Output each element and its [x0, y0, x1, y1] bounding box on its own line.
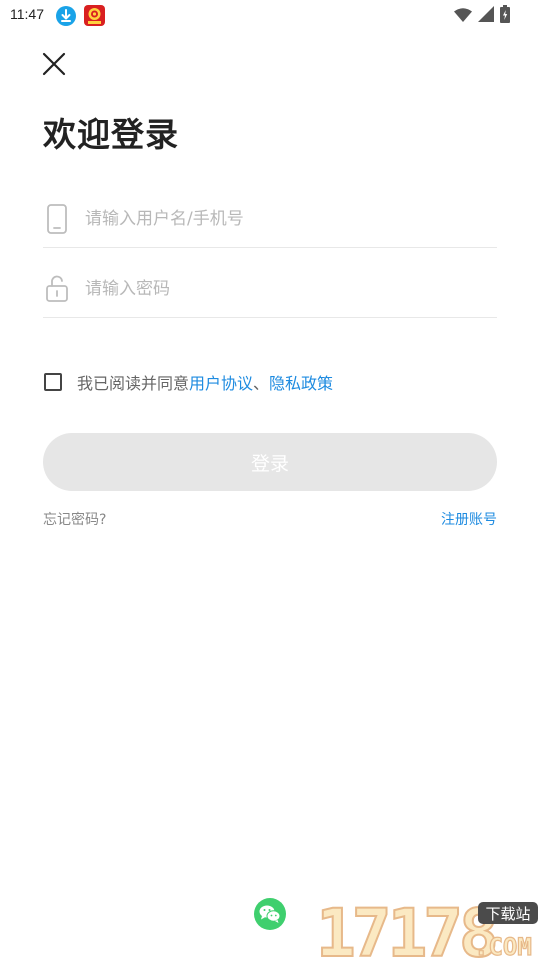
close-button[interactable] — [40, 50, 68, 78]
status-time: 11:47 — [10, 6, 44, 22]
agreement-prefix: 我已阅读并同意 — [77, 374, 190, 393]
download-icon — [56, 6, 76, 26]
login-button[interactable]: 登录 — [43, 433, 497, 491]
username-input[interactable] — [85, 202, 485, 236]
phone-icon — [45, 204, 69, 234]
lock-icon — [45, 274, 69, 304]
agreement-row: 我已阅读并同意 用户协议 、 隐私政策 — [44, 370, 333, 394]
svg-text:17178: 17178 — [316, 898, 495, 960]
system-icons — [454, 5, 510, 27]
password-input[interactable] — [85, 272, 485, 306]
wechat-login-button[interactable] — [254, 898, 286, 930]
register-link[interactable]: 注册账号 — [441, 509, 497, 529]
wifi-icon — [454, 7, 472, 26]
site-watermark-logo: 17178 下载站 .COM — [315, 894, 540, 960]
battery-icon — [500, 5, 510, 27]
page-title: 欢迎登录 — [43, 115, 179, 154]
password-field-row — [43, 258, 497, 318]
svg-text:.COM: .COM — [474, 933, 532, 960]
privacy-policy-link[interactable]: 隐私政策 — [269, 370, 333, 394]
agreement-separator: 、 — [253, 374, 270, 393]
user-agreement-link[interactable]: 用户协议 — [189, 370, 253, 394]
signal-icon — [478, 6, 494, 26]
wechat-icon — [259, 905, 281, 923]
svg-text:下载站: 下载站 — [485, 905, 530, 923]
agreement-checkbox[interactable] — [44, 373, 62, 391]
close-icon — [42, 52, 66, 76]
username-field-row — [43, 188, 497, 248]
app-notification-icon — [84, 5, 105, 26]
forgot-password-link[interactable]: 忘记密码? — [43, 509, 106, 529]
status-bar: 11:47 — [0, 0, 540, 32]
